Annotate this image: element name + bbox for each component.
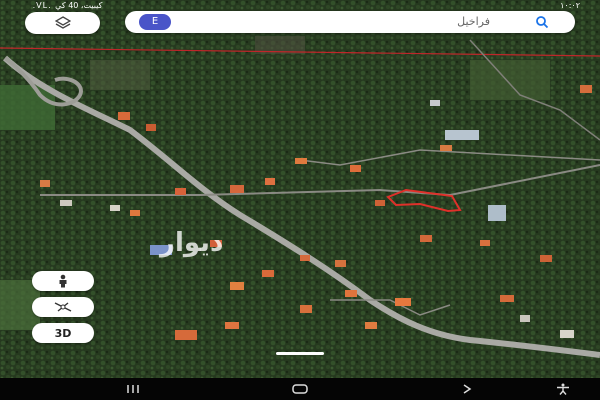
status-left-text: .VL. كيبيت، 40 كي xyxy=(30,1,103,10)
back-icon xyxy=(463,384,472,394)
home-button[interactable] xyxy=(285,378,315,400)
account-avatar[interactable]: E xyxy=(139,14,171,30)
recent-apps-icon xyxy=(127,385,139,393)
home-icon xyxy=(292,384,308,394)
search-icon[interactable] xyxy=(535,15,549,29)
back-button[interactable] xyxy=(452,378,482,400)
search-query[interactable]: فراخیل xyxy=(457,11,490,33)
accessibility-icon xyxy=(557,383,569,395)
street-view-button[interactable] xyxy=(32,271,94,291)
recent-apps-button[interactable] xyxy=(118,378,148,400)
android-nav-bar xyxy=(0,378,600,400)
view-3d-button[interactable]: 3D xyxy=(32,323,94,343)
pegman-icon xyxy=(59,274,67,288)
watermark-logo: دیوار xyxy=(160,228,224,258)
search-bar[interactable]: E فراخیل xyxy=(125,11,575,33)
layers-button[interactable] xyxy=(25,12,100,34)
satellite-map[interactable] xyxy=(0,0,600,378)
accessibility-button[interactable] xyxy=(548,378,578,400)
compass-button[interactable] xyxy=(32,297,94,317)
compass-icon xyxy=(54,302,72,312)
bottom-sheet-handle[interactable] xyxy=(276,352,324,355)
layers-icon xyxy=(54,16,71,29)
